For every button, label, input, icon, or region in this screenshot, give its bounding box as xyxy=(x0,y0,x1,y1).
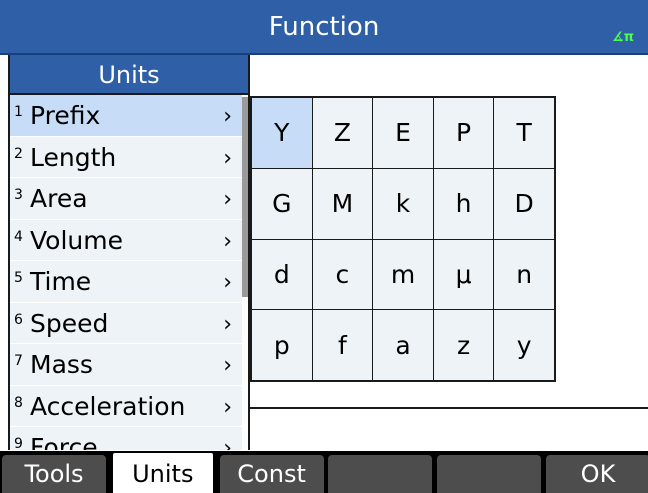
prefix-cell[interactable]: d xyxy=(252,239,312,310)
prefix-cell[interactable]: h xyxy=(433,168,494,239)
prefix-cell[interactable]: m xyxy=(373,239,433,310)
prefix-cell[interactable]: D xyxy=(494,168,554,239)
chevron-right-icon: › xyxy=(223,270,232,295)
prefix-cell[interactable]: P xyxy=(433,98,494,168)
history-divider xyxy=(250,407,648,409)
chevron-right-icon: › xyxy=(223,394,232,420)
chevron-right-icon: › xyxy=(223,104,232,129)
chevron-right-icon: › xyxy=(223,228,232,254)
softkey-tools[interactable]: Tools xyxy=(2,455,106,493)
prefix-cell[interactable]: T xyxy=(494,98,554,168)
menu-item-number: 3 xyxy=(14,187,23,203)
chevron-right-icon: › xyxy=(223,353,232,378)
menu-item-number: 2 xyxy=(14,145,23,162)
menu-item-label: Mass xyxy=(30,350,93,379)
prefix-grid: YZEPT GMkhDdcmμn pfazy xyxy=(250,96,556,382)
menu-item-label: Force xyxy=(30,433,98,450)
prefix-cell[interactable]: G xyxy=(252,168,312,239)
prefix-cell[interactable]: z xyxy=(433,310,494,380)
calculator-screen: Function ∡π Units 1 Prefix › 2 Length › 3 Area ›… xyxy=(0,0,648,493)
chevron-right-icon: › xyxy=(223,311,232,337)
prefix-cell[interactable]: μ xyxy=(433,239,494,310)
softkey-blank-4[interactable] xyxy=(437,455,542,493)
menu-item-number: 7 xyxy=(14,353,23,369)
menu-item-label: Length xyxy=(30,142,117,172)
prefix-cell[interactable]: n xyxy=(494,239,554,310)
soft-menu-bar: Tools Units Const OK xyxy=(0,451,648,493)
title-bar: Function ∡π xyxy=(0,0,648,55)
menu-item-number: 1 xyxy=(14,104,23,120)
menu-item-number: 6 xyxy=(14,311,23,328)
menu-item-mass[interactable]: 7 Mass › xyxy=(10,344,242,386)
menu-item-label: Acceleration xyxy=(30,391,186,421)
prefix-cell[interactable]: a xyxy=(373,310,433,380)
prefix-cell[interactable]: E xyxy=(373,98,433,168)
menu-item-label: Time xyxy=(30,267,92,296)
menu-item-label: Prefix xyxy=(30,101,101,130)
menu-item-speed[interactable]: 6 Speed › xyxy=(10,302,242,344)
app-title: Function xyxy=(268,12,380,42)
menu-item-label: Speed xyxy=(30,308,109,338)
menu-item-label: Area xyxy=(30,184,88,213)
prefix-cell[interactable]: c xyxy=(312,239,373,310)
softkey-blank-3[interactable] xyxy=(328,455,433,493)
menu-item-number: 8 xyxy=(14,394,23,411)
prefix-cell[interactable]: f xyxy=(312,310,373,380)
menu-scrollbar[interactable] xyxy=(242,97,248,297)
angle-mode-indicator: ∡π xyxy=(612,30,634,45)
prefix-cell[interactable]: p xyxy=(252,310,312,380)
units-menu-list: 1 Prefix › 2 Length › 3 Area › 4 Volume › 5 Time › 6 Spe… xyxy=(10,95,242,450)
menu-item-acceleration[interactable]: 8 Acceleration › xyxy=(10,385,242,427)
menu-item-number: 5 xyxy=(14,270,23,286)
menu-item-force[interactable]: 9 Force › xyxy=(10,427,242,450)
menu-item-number: 9 xyxy=(14,436,23,450)
menu-item-volume[interactable]: 4 Volume › xyxy=(10,219,242,261)
chevron-right-icon: › xyxy=(223,187,232,212)
chevron-right-icon: › xyxy=(223,145,232,171)
menu-item-label: Volume xyxy=(30,225,123,255)
softkey-ok[interactable]: OK xyxy=(546,455,648,493)
units-menu-header: Units xyxy=(10,55,248,95)
menu-item-area[interactable]: 3 Area › xyxy=(10,178,242,220)
chevron-right-icon: › xyxy=(223,436,232,450)
prefix-cell[interactable]: y xyxy=(494,310,554,380)
menu-item-number: 4 xyxy=(14,228,23,245)
prefix-cell[interactable]: M xyxy=(312,168,373,239)
menu-item-time[interactable]: 5 Time › xyxy=(10,261,242,303)
softkey-const[interactable]: Const xyxy=(219,455,324,493)
menu-item-prefix[interactable]: 1 Prefix › xyxy=(10,95,242,137)
prefix-cell[interactable]: Y xyxy=(252,98,312,168)
menu-item-length[interactable]: 2 Length › xyxy=(10,136,242,178)
prefix-cell[interactable]: k xyxy=(373,168,433,239)
softkey-units[interactable]: Units xyxy=(110,451,215,493)
prefix-cell[interactable]: Z xyxy=(312,98,373,168)
units-menu: Units 1 Prefix › 2 Length › 3 Area › 4 Volume › 5 Tim… xyxy=(8,55,250,450)
